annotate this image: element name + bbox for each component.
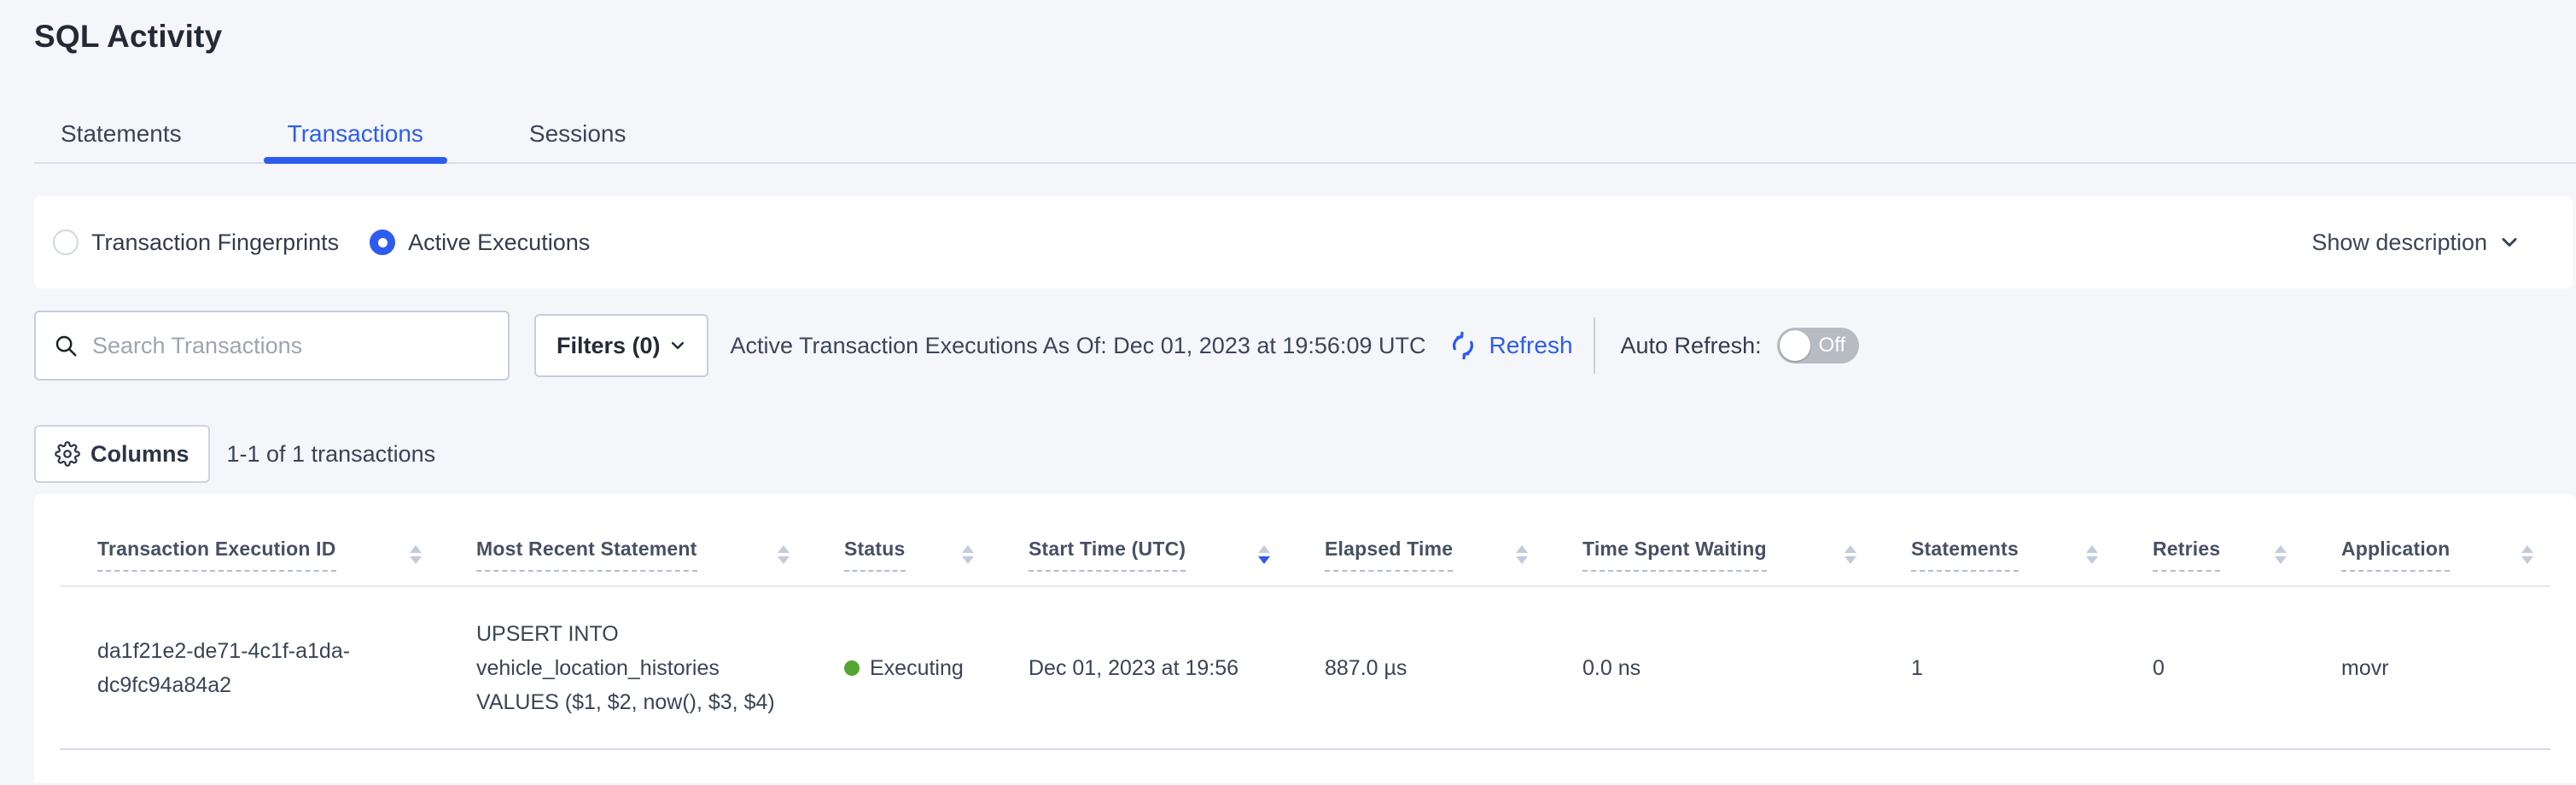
as-of-timestamp-label: Active Transaction Executions As Of: Dec… [731,333,1426,359]
column-header-retries[interactable]: Retries [2115,494,2304,586]
gear-icon [55,441,80,467]
radio-active-executions[interactable]: Active Executions [370,230,590,256]
cell-status: Executing [807,586,991,749]
sql-activity-page: SQL Activity Statements Transactions Ses… [0,0,2576,785]
tab-statements[interactable]: Statements [61,119,182,162]
search-icon [53,333,79,358]
radio-label: Active Executions [408,230,590,256]
status-label: Executing [870,651,964,685]
radio-label: Transaction Fingerprints [91,230,339,256]
column-header-time-spent-waiting[interactable]: Time Spent Waiting [1545,494,1874,586]
toggle-knob [1780,330,1810,361]
tab-transactions[interactable]: Transactions [288,119,423,162]
status-executing-dot-icon [844,660,860,676]
sort-icon[interactable] [410,545,422,564]
cell-statements: 1 [1874,586,2115,749]
cell-time-spent-waiting: 0.0 ns [1545,586,1874,749]
toggle-state-label: Off [1819,334,1846,358]
cell-transaction-execution-id[interactable]: da1f21e2-de71-4c1f-a1da-dc9fc94a84a2 [60,586,439,749]
show-description-toggle[interactable]: Show description [2311,230,2520,256]
sort-icon[interactable] [1845,545,1856,564]
cell-start-time: Dec 01, 2023 at 19:56 [991,586,1287,749]
cell-retries: 0 [2115,586,2304,749]
table-toolbar: Columns 1-1 of 1 transactions [34,425,2542,483]
columns-button[interactable]: Columns [34,425,210,483]
controls-row: Filters (0) Active Transaction Execution… [34,311,2542,381]
page-title: SQL Activity [0,0,2576,55]
auto-refresh-toggle[interactable]: Off [1777,328,1859,363]
vertical-divider [1594,317,1595,374]
sort-desc-icon[interactable] [1258,545,1270,564]
cell-most-recent-statement: UPSERT INTO vehicle_location_histories V… [439,586,807,749]
filters-button-label: Filters (0) [557,333,661,359]
column-header-statements[interactable]: Statements [1874,494,2115,586]
column-header-transaction-execution-id[interactable]: Transaction Execution ID [60,494,439,586]
column-header-start-time[interactable]: Start Time (UTC) [991,494,1287,586]
search-box[interactable] [34,311,510,381]
tab-bar: Statements Transactions Sessions [34,119,2576,164]
table-header-row: Transaction Execution ID Most Recent Sta… [60,494,2550,586]
transactions-table: Transaction Execution ID Most Recent Sta… [60,494,2550,750]
view-mode-card: Transaction Fingerprints Active Executio… [34,196,2573,288]
refresh-icon [1448,330,1478,361]
columns-button-label: Columns [90,441,189,468]
radio-transaction-fingerprints[interactable]: Transaction Fingerprints [53,230,339,256]
results-count: 1-1 of 1 transactions [227,441,436,468]
transactions-table-card: Transaction Execution ID Most Recent Sta… [34,494,2576,783]
cell-elapsed-time: 887.0 µs [1287,586,1545,749]
show-description-label: Show description [2311,230,2487,256]
column-header-elapsed-time[interactable]: Elapsed Time [1287,494,1545,586]
table-row[interactable]: da1f21e2-de71-4c1f-a1da-dc9fc94a84a2 UPS… [60,586,2550,749]
column-header-application[interactable]: Application [2304,494,2550,586]
cell-application: movr [2304,586,2550,749]
search-input[interactable] [92,333,492,359]
chevron-down-icon [669,337,686,354]
sort-icon[interactable] [2086,545,2098,564]
column-header-most-recent-statement[interactable]: Most Recent Statement [439,494,807,586]
sort-icon[interactable] [1516,545,1528,564]
sort-icon[interactable] [2521,545,2533,564]
chevron-down-icon [2499,232,2520,253]
sort-icon[interactable] [778,545,790,564]
sort-icon[interactable] [962,545,974,564]
radio-circle-selected-icon[interactable] [370,230,395,255]
auto-refresh-label: Auto Refresh: [1621,333,1762,359]
refresh-label: Refresh [1489,332,1572,359]
refresh-button[interactable]: Refresh [1448,330,1572,361]
radio-circle-icon[interactable] [53,230,79,255]
tab-sessions[interactable]: Sessions [529,119,627,162]
filters-button[interactable]: Filters (0) [534,314,708,377]
column-header-status[interactable]: Status [807,494,991,586]
sort-icon[interactable] [2275,545,2287,564]
